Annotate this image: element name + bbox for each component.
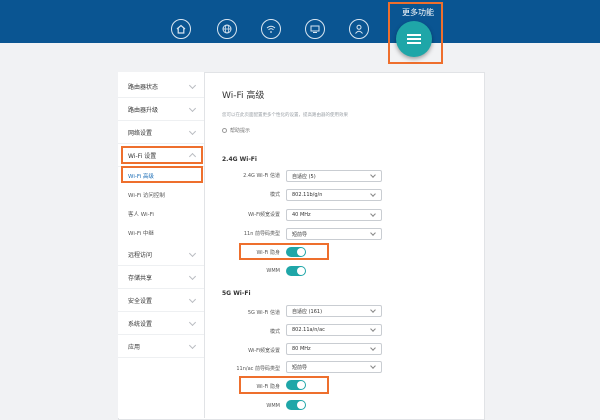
label-24g-preamble: 11n 前导码类型 (243, 231, 280, 237)
label-5g-mode: 模式 (269, 329, 280, 335)
chevron-down-icon (188, 249, 197, 258)
label-5g-bandwidth: Wi-Fi频宽设置 (248, 348, 280, 354)
sidebar-subitem-wifi-access-control[interactable]: Wi-Fi 访问控制 (118, 186, 204, 204)
select-5g-preamble[interactable]: 短前导 (286, 361, 382, 373)
chevron-down-icon (188, 81, 197, 90)
chevron-down-icon (188, 341, 197, 350)
sidebar: 路由器状态 路由器升级 网络设置 Wi-Fi 设置 Wi-Fi 高级 Wi-Fi… (118, 72, 205, 418)
select-5g-bandwidth[interactable]: 80 MHz (286, 343, 382, 355)
help-link[interactable]: 帮助提示 (222, 127, 250, 134)
top-navigation-bar (0, 0, 600, 43)
chevron-down-icon (188, 104, 197, 113)
chevron-down-icon (370, 363, 376, 369)
chevron-down-icon (188, 318, 197, 327)
chevron-down-icon (370, 307, 376, 313)
hamburger-icon (407, 32, 421, 46)
select-5g-mode[interactable]: 802.11a/n/ac (286, 324, 382, 336)
sidebar-item-router-status[interactable]: 路由器状态 (118, 76, 204, 98)
wifi-icon[interactable] (261, 19, 281, 39)
menu-button[interactable] (396, 21, 432, 57)
select-24g-mode[interactable]: 802.11b/g/n (286, 189, 382, 201)
sidebar-subitem-guest-wifi[interactable]: 客人 Wi-Fi (118, 205, 204, 223)
more-features-label: 更多功能 (402, 8, 434, 17)
label-5g-channel: 5G Wi-Fi 信道 (247, 310, 280, 316)
chevron-down-icon (370, 211, 376, 217)
sidebar-item-remote-access[interactable]: 远程访问 (118, 244, 204, 266)
home-icon[interactable] (171, 19, 191, 39)
sidebar-subitem-wifi-relay[interactable]: Wi-Fi 中继 (118, 224, 204, 242)
section-title-24g: 2.4G Wi-Fi (222, 156, 257, 163)
section-title-5g: 5G Wi-Fi (222, 290, 251, 297)
sidebar-item-router-upgrade[interactable]: 路由器升级 (118, 99, 204, 121)
chevron-down-icon (188, 127, 197, 136)
label-24g-hide: Wi-Fi 隐身 (256, 250, 280, 256)
chevron-down-icon (370, 326, 376, 332)
label-5g-wmm: WMM (266, 403, 280, 409)
toggle-5g-hide[interactable] (286, 380, 306, 390)
help-icon (222, 128, 227, 133)
chevron-down-icon (370, 345, 376, 351)
select-24g-bandwidth[interactable]: 40 MHz (286, 209, 382, 221)
chevron-down-icon (188, 295, 197, 304)
devices-icon[interactable] (305, 19, 325, 39)
sidebar-item-system[interactable]: 系统设置 (118, 313, 204, 335)
select-5g-channel[interactable]: 自适应 (161) (286, 305, 382, 317)
wifi-settings-highlight (121, 146, 203, 164)
label-24g-channel: 2.4G Wi-Fi 信道 (243, 173, 280, 179)
label-24g-mode: 模式 (269, 192, 280, 198)
label-24g-wmm: WMM (266, 268, 280, 274)
globe-icon[interactable] (217, 19, 237, 39)
label-5g-hide: Wi-Fi 隐身 (256, 384, 280, 390)
sidebar-item-network[interactable]: 网络设置 (118, 122, 204, 144)
sidebar-item-security[interactable]: 安全设置 (118, 290, 204, 312)
toggle-24g-wmm[interactable] (286, 266, 306, 276)
sidebar-item-storage[interactable]: 存储共享 (118, 267, 204, 289)
chevron-down-icon (370, 230, 376, 236)
toggle-24g-hide[interactable] (286, 247, 306, 257)
page-description: 您可以在此页面配置更多个性化的设置，提高路由器的使用效果 (222, 113, 348, 118)
select-24g-channel[interactable]: 自适应 (5) (286, 170, 382, 182)
chevron-down-icon (370, 172, 376, 178)
label-5g-preamble: 11n/ac 前导码类型 (236, 366, 280, 372)
page-title: Wi-Fi 高级 (222, 91, 265, 101)
user-icon[interactable] (349, 19, 369, 39)
select-24g-preamble[interactable]: 短前导 (286, 228, 382, 240)
sidebar-item-apps[interactable]: 应用 (118, 336, 204, 358)
wifi-advanced-highlight (121, 166, 203, 183)
label-24g-bandwidth: Wi-Fi频宽设置 (248, 212, 280, 218)
toggle-5g-wmm[interactable] (286, 400, 306, 410)
chevron-down-icon (370, 191, 376, 197)
chevron-down-icon (188, 272, 197, 281)
